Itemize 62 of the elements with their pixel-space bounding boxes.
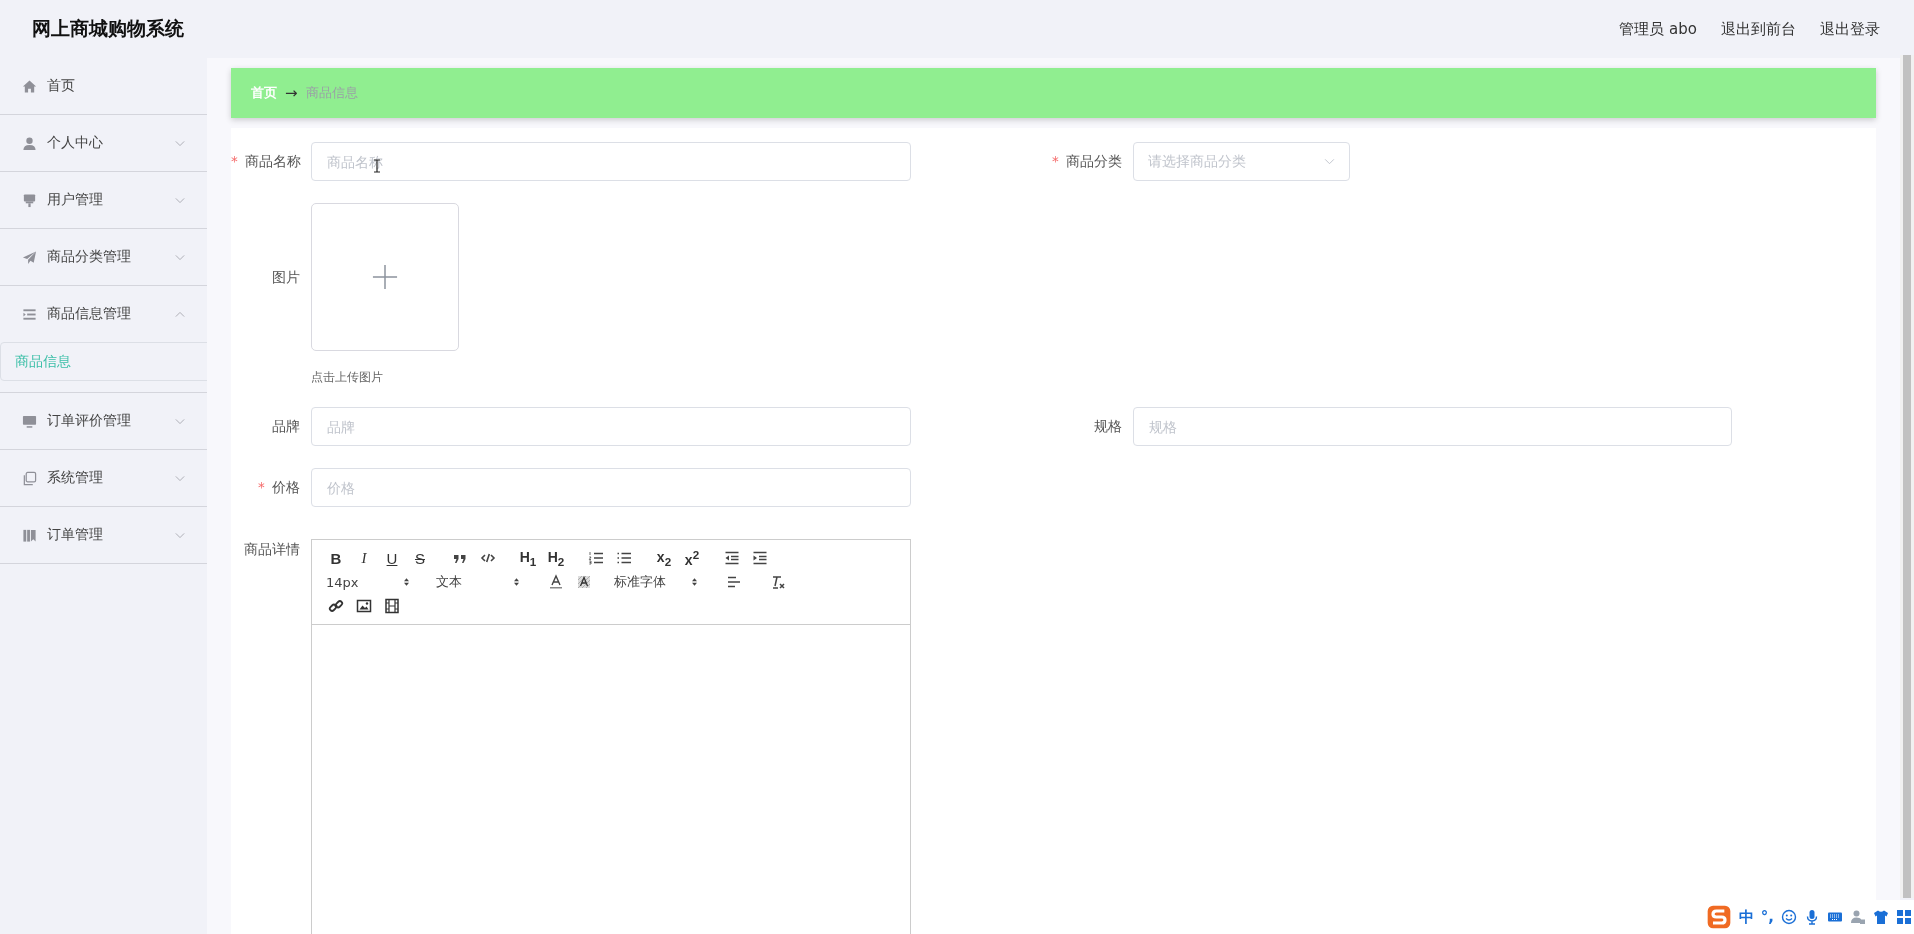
input-field[interactable]: 规格: [1133, 407, 1732, 446]
user-icon: [22, 135, 37, 151]
required-mark: *: [1051, 153, 1059, 169]
underline-button[interactable]: U: [378, 547, 406, 569]
up-down-arrow-icon: [691, 577, 698, 587]
paper-plane-icon: [22, 249, 37, 265]
menu-item[interactable]: 商品分类管理: [0, 229, 207, 285]
breadcrumb-separator: →: [285, 84, 298, 102]
dropdown-picker[interactable]: 文本: [432, 573, 520, 591]
menu-item[interactable]: 系统管理: [0, 450, 207, 506]
up-down-arrow-icon: [513, 577, 520, 587]
microphone-icon[interactable]: [1804, 909, 1820, 925]
chevron-down-icon: [1324, 158, 1335, 165]
scrollbar[interactable]: [1900, 55, 1914, 898]
input-field[interactable]: 品牌: [311, 407, 911, 446]
menu-item[interactable]: 个人中心: [0, 115, 207, 171]
pin-icon: [22, 192, 37, 208]
input-field[interactable]: 价格: [311, 468, 911, 507]
monitor-icon: [22, 413, 37, 429]
menu-item[interactable]: 首页: [0, 58, 207, 114]
input-mode-label[interactable]: 中: [1738, 907, 1754, 927]
required-mark: *: [257, 479, 265, 495]
script-button[interactable]: x$_{2}$: [650, 547, 678, 569]
heading-button[interactable]: H$_{2}$: [542, 547, 570, 569]
heading-button[interactable]: H$_{1}$: [514, 547, 542, 569]
field-label: 品牌: [272, 418, 300, 434]
plus-icon: [372, 264, 398, 290]
input-field[interactable]: 商品名称: [311, 142, 911, 181]
copy-icon: [22, 470, 37, 486]
required-mark: *: [231, 153, 238, 169]
field-label: 商品名称: [245, 153, 302, 169]
dropdown-picker[interactable]: 标准字体: [610, 573, 698, 591]
grid-icon[interactable]: [1896, 909, 1912, 925]
rich-text-editor[interactable]: B I U S H$_{1}$ H$_{2}$ x$_{2}$ x$^{2}$ 14px 文本 标准字体: [311, 539, 911, 934]
menu-item[interactable]: 商品信息管理: [0, 286, 207, 342]
punctuation-label[interactable]: °,: [1760, 908, 1774, 926]
smiley-icon[interactable]: [1781, 909, 1797, 925]
menu-item[interactable]: 订单评价管理: [0, 393, 207, 449]
field-label: 商品详情: [244, 541, 300, 557]
breadcrumb-current: 商品信息: [305, 84, 358, 102]
header-link[interactable]: 退出登录: [1820, 19, 1880, 39]
field-label: 商品分类: [1066, 153, 1122, 169]
user-label: 管理员 abo: [1619, 19, 1697, 39]
shirt-icon[interactable]: [1873, 909, 1889, 925]
field-label: 价格: [272, 479, 300, 495]
field-label: 图片: [272, 269, 300, 285]
upload-hint: 点击上传图片: [311, 369, 384, 385]
menu-item[interactable]: 订单管理: [0, 507, 207, 563]
script-button[interactable]: x$^{2}$: [678, 547, 706, 569]
strikethrough-button[interactable]: S: [406, 547, 434, 569]
input-method-logo[interactable]: [1705, 905, 1732, 929]
header-link[interactable]: 退出到前台: [1721, 19, 1796, 39]
book-icon: [22, 527, 37, 543]
home-icon: [22, 78, 37, 94]
dropdown-picker[interactable]: 14px: [322, 574, 410, 590]
app-title: 网上商城购物系统: [32, 16, 184, 41]
bold-button[interactable]: B: [322, 547, 350, 569]
field-label: 规格: [1094, 418, 1122, 434]
italic-button[interactable]: I: [350, 547, 378, 569]
list-icon: [22, 306, 37, 322]
menu-item[interactable]: 用户管理: [0, 172, 207, 228]
up-down-arrow-icon: [403, 577, 410, 587]
